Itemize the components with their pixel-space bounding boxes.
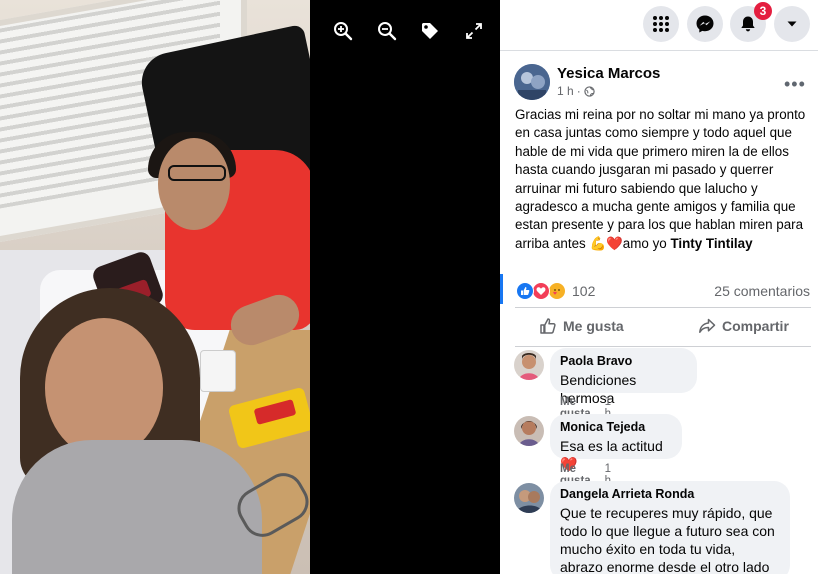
post-panel: 3 Yesica Marcos 1 h · ••• Gracias mi rei… <box>500 0 818 574</box>
share-label: Compartir <box>722 318 789 334</box>
post-time[interactable]: 1 h <box>557 84 574 98</box>
post-meta: 1 h · <box>557 84 595 98</box>
post-options-button[interactable]: ••• <box>784 74 806 95</box>
top-bar: 3 <box>500 0 818 51</box>
commenter-avatar[interactable] <box>514 483 544 513</box>
post-emoji: 💪❤️ <box>589 235 623 251</box>
globe-icon <box>584 85 595 97</box>
share-icon <box>699 318 716 333</box>
commenter-avatar[interactable] <box>514 416 544 446</box>
notifications-badge: 3 <box>754 2 772 20</box>
post-body: Gracias mi reina por no soltar mi mano y… <box>515 107 806 251</box>
menu-button[interactable] <box>643 6 679 42</box>
thumbs-up-icon <box>540 318 556 334</box>
commenter-name[interactable]: Monica Tejeda <box>560 420 670 434</box>
notifications-button[interactable]: 3 <box>730 2 772 42</box>
commenter-avatar[interactable] <box>514 350 544 380</box>
avatar-image <box>514 64 550 100</box>
share-button[interactable]: Compartir <box>698 317 789 335</box>
reactions-summary: 102 25 comentarios <box>500 274 818 304</box>
like-label: Me gusta <box>563 318 624 334</box>
like-button[interactable]: Me gusta <box>539 317 624 335</box>
zoom-in-button[interactable] <box>332 20 354 42</box>
comment-bubble: Paola Bravo Bendiciones hermosa <box>550 348 697 406</box>
menu-grid-icon <box>653 16 669 32</box>
comment-text-body: Esa es la actitud <box>560 438 663 454</box>
love-reaction-icon[interactable] <box>532 282 550 300</box>
post-body-tail: amo yo <box>622 235 671 251</box>
commenter-name[interactable]: Paola Bravo <box>560 354 685 368</box>
commenter-name[interactable]: Dangela Arrieta Ronda <box>560 487 778 501</box>
focus-indicator <box>500 274 503 304</box>
care-reaction-icon[interactable] <box>548 282 566 300</box>
photo-person1-face <box>45 318 163 458</box>
tag-icon <box>422 23 438 39</box>
photo-person1-shirt <box>12 440 262 574</box>
meta-separator: · <box>576 84 581 98</box>
photo-cup <box>200 350 236 392</box>
comment-count[interactable]: 25 comentarios <box>714 283 810 299</box>
zoom-in-icon <box>334 22 353 41</box>
messenger-button[interactable] <box>687 6 723 42</box>
photo-viewer <box>0 0 500 574</box>
photo-person2-glasses <box>168 165 226 181</box>
comment-bubble: Dangela Arrieta Ronda Que te recuperes m… <box>550 481 790 574</box>
tag-photo-button[interactable] <box>419 20 441 42</box>
tagged-person-link[interactable]: Tinty Tintilay <box>670 236 752 251</box>
fullscreen-icon <box>466 23 482 39</box>
post-photo[interactable] <box>0 0 310 574</box>
fullscreen-button[interactable] <box>463 20 485 42</box>
like-reaction-icon[interactable] <box>516 282 534 300</box>
comment-bubble: Monica Tejeda Esa es la actitud❤️ <box>550 414 682 472</box>
post-text: Gracias mi reina por no soltar mi mano y… <box>515 106 811 253</box>
photo-person2-face <box>158 138 230 230</box>
comment-text: Que te recuperes muy rápido, que todo lo… <box>560 505 775 574</box>
post-author-name[interactable]: Yesica Marcos <box>557 65 660 82</box>
zoom-out-button[interactable] <box>376 20 398 42</box>
messenger-icon <box>696 15 714 33</box>
zoom-out-icon <box>378 22 397 41</box>
caret-down-icon <box>787 21 797 27</box>
post-actions: Me gusta Compartir <box>515 307 811 347</box>
author-avatar[interactable] <box>514 64 550 100</box>
account-menu-button[interactable] <box>774 6 810 42</box>
bell-icon <box>741 16 755 32</box>
reaction-count[interactable]: 102 <box>572 283 595 299</box>
